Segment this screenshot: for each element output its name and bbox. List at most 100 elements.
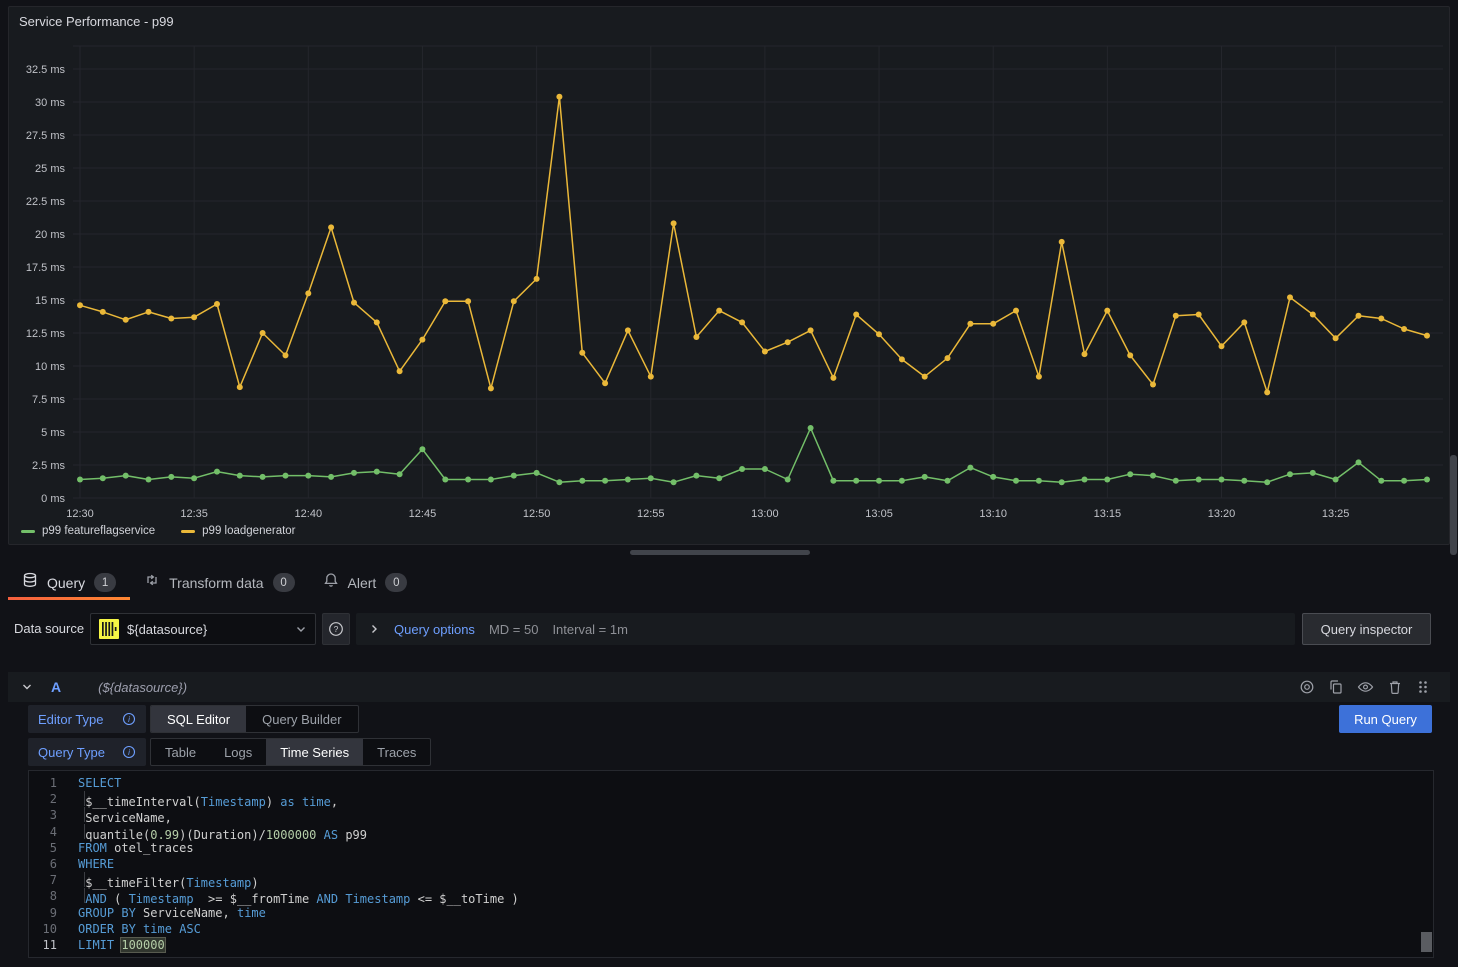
svg-text:20 ms: 20 ms <box>35 229 65 241</box>
code-text: $__timeInterval(Timestamp) as time, <box>78 791 338 807</box>
code-text: WHERE <box>78 856 114 872</box>
svg-text:13:20: 13:20 <box>1208 508 1236 520</box>
line-number: 7 <box>29 872 57 888</box>
query-type-option-table[interactable]: Table <box>151 739 210 765</box>
tab-transform-label: Transform data <box>169 575 263 591</box>
svg-text:27.5 ms: 27.5 ms <box>26 130 66 142</box>
svg-text:7.5 ms: 7.5 ms <box>32 394 66 406</box>
transform-icon <box>144 572 160 593</box>
query-type-option-traces[interactable]: Traces <box>363 739 430 765</box>
grafana-panel-edit-screen: 0 ms 2.5 ms 5 ms 7.5 ms 10 ms 12.5 ms 15 ms 17.… <box>0 0 1458 967</box>
code-line: 2 $__timeInterval(Timestamp) as time, <box>29 791 1433 807</box>
datasource-help-button[interactable]: ? <box>322 613 350 645</box>
code-line: 3 ServiceName, <box>29 807 1433 823</box>
line-number: 5 <box>29 840 57 856</box>
code-line: 10 ORDER BY time ASC <box>29 921 1433 937</box>
editor-type-label: Editor Type i <box>28 705 146 733</box>
svg-text:2.5 ms: 2.5 ms <box>32 460 66 472</box>
query-options-link: Query options <box>394 622 475 637</box>
code-text: ServiceName, <box>78 807 172 823</box>
copy-icon[interactable] <box>1328 679 1344 695</box>
eye-icon[interactable] <box>1357 679 1374 695</box>
line-number: 3 <box>29 807 57 823</box>
editor-type-option-query-builder[interactable]: Query Builder <box>246 706 357 732</box>
svg-text:17.5 ms: 17.5 ms <box>26 262 66 274</box>
query-type-label: Query Type i <box>28 738 146 766</box>
vertical-scrollbar-thumb[interactable] <box>1450 455 1457 555</box>
svg-text:12:55: 12:55 <box>637 508 665 520</box>
legend-item[interactable]: p99 loadgenerator <box>181 525 295 537</box>
query-row-actions <box>1299 679 1430 695</box>
code-text: FROM otel_traces <box>78 840 194 856</box>
sql-code-editor[interactable]: 1SELECT2$__timeInterval(Timestamp) as ti… <box>28 770 1434 958</box>
datasource-row: Data source ${datasource} <box>0 613 1458 645</box>
legend-series-label: p99 loadgenerator <box>202 525 295 537</box>
tab-alert-label: Alert <box>348 575 377 591</box>
code-text: GROUP BY ServiceName, time <box>78 905 266 921</box>
svg-text:25 ms: 25 ms <box>35 163 65 175</box>
svg-text:12:50: 12:50 <box>523 508 551 520</box>
line-number: 2 <box>29 791 57 807</box>
max-data-points-value: MD = 50 <box>489 622 539 637</box>
database-icon <box>22 572 38 593</box>
legend-item[interactable]: p99 featureflagservice <box>21 525 155 537</box>
line-number: 1 <box>29 775 57 791</box>
query-type-option-time-series[interactable]: Time Series <box>266 739 363 765</box>
editor-type-option-sql-editor[interactable]: SQL Editor <box>151 706 246 732</box>
interval-value: Interval = 1m <box>552 622 628 637</box>
svg-text:12:40: 12:40 <box>295 508 323 520</box>
svg-text:13:10: 13:10 <box>979 508 1007 520</box>
drag-handle-icon[interactable] <box>1416 679 1430 695</box>
query-inspector-button[interactable]: Query inspector <box>1302 613 1431 645</box>
record-icon[interactable] <box>1299 679 1315 695</box>
code-line: 8AND ( Timestamp >= $__fromTime AND Time… <box>29 888 1433 904</box>
line-number: 10 <box>29 921 57 937</box>
panel-edit-tabs: Query 1 Transform data 0 Alert 0 <box>8 565 421 600</box>
legend-series-color <box>181 530 195 533</box>
query-type-option-logs[interactable]: Logs <box>210 739 266 765</box>
svg-text:13:00: 13:00 <box>751 508 779 520</box>
line-number: 6 <box>29 856 57 872</box>
svg-text:0 ms: 0 ms <box>41 493 65 505</box>
tab-query-count-badge: 1 <box>94 573 116 592</box>
line-number: 4 <box>29 824 57 840</box>
svg-text:13:05: 13:05 <box>865 508 893 520</box>
code-line: 4 quantile(0.99)(Duration)/1000000 AS p99 <box>29 824 1433 840</box>
svg-text:12.5 ms: 12.5 ms <box>26 328 66 340</box>
code-line: 9GROUP BY ServiceName, time <box>29 905 1433 921</box>
timeseries-chart: 0 ms 2.5 ms 5 ms 7.5 ms 10 ms 12.5 ms 15 ms 17.… <box>9 7 1449 544</box>
query-options-expander[interactable]: Query options MD = 50 Interval = 1m <box>356 613 1295 645</box>
svg-text:12:30: 12:30 <box>66 508 94 520</box>
info-icon: i <box>122 745 136 759</box>
query-ref-id: A <box>51 679 61 695</box>
code-text: quantile(0.99)(Duration)/1000000 AS p99 <box>78 824 367 840</box>
sql-code-lines: 1SELECT2$__timeInterval(Timestamp) as ti… <box>29 775 1433 953</box>
code-text: LIMIT 100000 <box>78 937 165 953</box>
code-line: 11LIMIT 100000 <box>29 937 1433 953</box>
svg-text:12:45: 12:45 <box>409 508 437 520</box>
horizontal-scrollbar-thumb[interactable] <box>630 550 810 555</box>
svg-text:5 ms: 5 ms <box>41 427 65 439</box>
svg-text:15 ms: 15 ms <box>35 295 65 307</box>
run-query-button[interactable]: Run Query <box>1339 705 1432 733</box>
active-tab-underline <box>8 597 130 600</box>
datasource-picker-value: ${datasource} <box>127 622 295 637</box>
svg-text:?: ? <box>334 624 339 634</box>
code-text: AND ( Timestamp >= $__fromTime AND Times… <box>78 888 519 904</box>
editor-scrollbar-thumb[interactable] <box>1421 932 1432 952</box>
svg-text:12:35: 12:35 <box>180 508 208 520</box>
code-line: 6 WHERE <box>29 856 1433 872</box>
code-text: ORDER BY time ASC <box>78 921 201 937</box>
datasource-picker[interactable]: ${datasource} <box>90 613 316 645</box>
tab-transform-data[interactable]: Transform data 0 <box>130 565 308 600</box>
query-type-radio-group: Table Logs Time Series Traces <box>150 738 431 766</box>
query-row-header[interactable]: A (${datasource}) <box>8 672 1450 702</box>
svg-text:10 ms: 10 ms <box>35 361 65 373</box>
trash-icon[interactable] <box>1387 679 1403 695</box>
collapse-chevron-icon[interactable] <box>20 680 34 694</box>
svg-text:30 ms: 30 ms <box>35 97 65 109</box>
tab-query[interactable]: Query 1 <box>8 565 130 600</box>
code-line: 7$__timeFilter(Timestamp) <box>29 872 1433 888</box>
clickhouse-logo-icon <box>99 619 119 639</box>
tab-alert[interactable]: Alert 0 <box>309 565 422 600</box>
